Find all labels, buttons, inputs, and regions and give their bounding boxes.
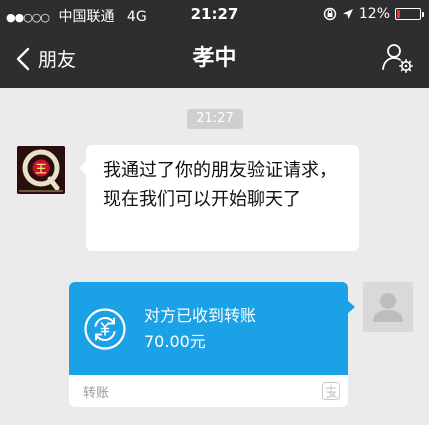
nav-bar: 朋友 孝中	[0, 29, 429, 88]
back-label: 朋友	[38, 49, 77, 71]
battery-level	[397, 10, 400, 18]
alipay-style-logo-icon	[322, 382, 340, 400]
incoming-message-bubble[interactable]: 我通过了你的朋友验证请求，现在我们可以开始聊天了	[79, 145, 359, 251]
back-button[interactable]: 朋友	[16, 29, 76, 88]
transfer-status: 对方已收到转账	[144, 306, 257, 325]
transfer-card-footer: 转账	[69, 375, 348, 407]
transfer-label: 转账	[83, 386, 110, 401]
chevron-left-icon	[16, 47, 30, 70]
transfer-card-top: 对方已收到转账 70.00元	[69, 282, 348, 375]
rotation-lock-icon	[323, 7, 337, 21]
transfer-card[interactable]: 对方已收到转账 70.00元 转账	[69, 282, 348, 407]
transfer-received-icon	[84, 308, 126, 350]
my-avatar[interactable]	[363, 282, 413, 332]
incoming-message-text: 我通过了你的朋友验证请求，现在我们可以开始聊天了	[103, 160, 337, 210]
contact-avatar[interactable]: 王	[17, 146, 65, 194]
battery-icon	[395, 8, 424, 20]
status-bar: ●●○○○ 中国联通 4G 21:27 12%	[0, 0, 429, 29]
transfer-amount: 70.00元	[144, 332, 206, 351]
default-user-avatar-icon	[363, 282, 413, 332]
avatar-char: 王	[36, 163, 47, 176]
battery-percent: 12%	[358, 6, 390, 22]
user-settings-icon[interactable]	[381, 41, 415, 75]
status-right: 12%	[323, 6, 424, 22]
q-logo-icon: 王	[17, 146, 65, 194]
location-arrow-icon	[342, 9, 353, 19]
chat-area[interactable]: 21:27 王 我通过了你的朋友验证请求，现在我们可以开始聊天了 对方已收到转账…	[0, 88, 429, 425]
transfer-card-tail	[347, 300, 355, 314]
message-timestamp: 21:27	[187, 109, 243, 129]
